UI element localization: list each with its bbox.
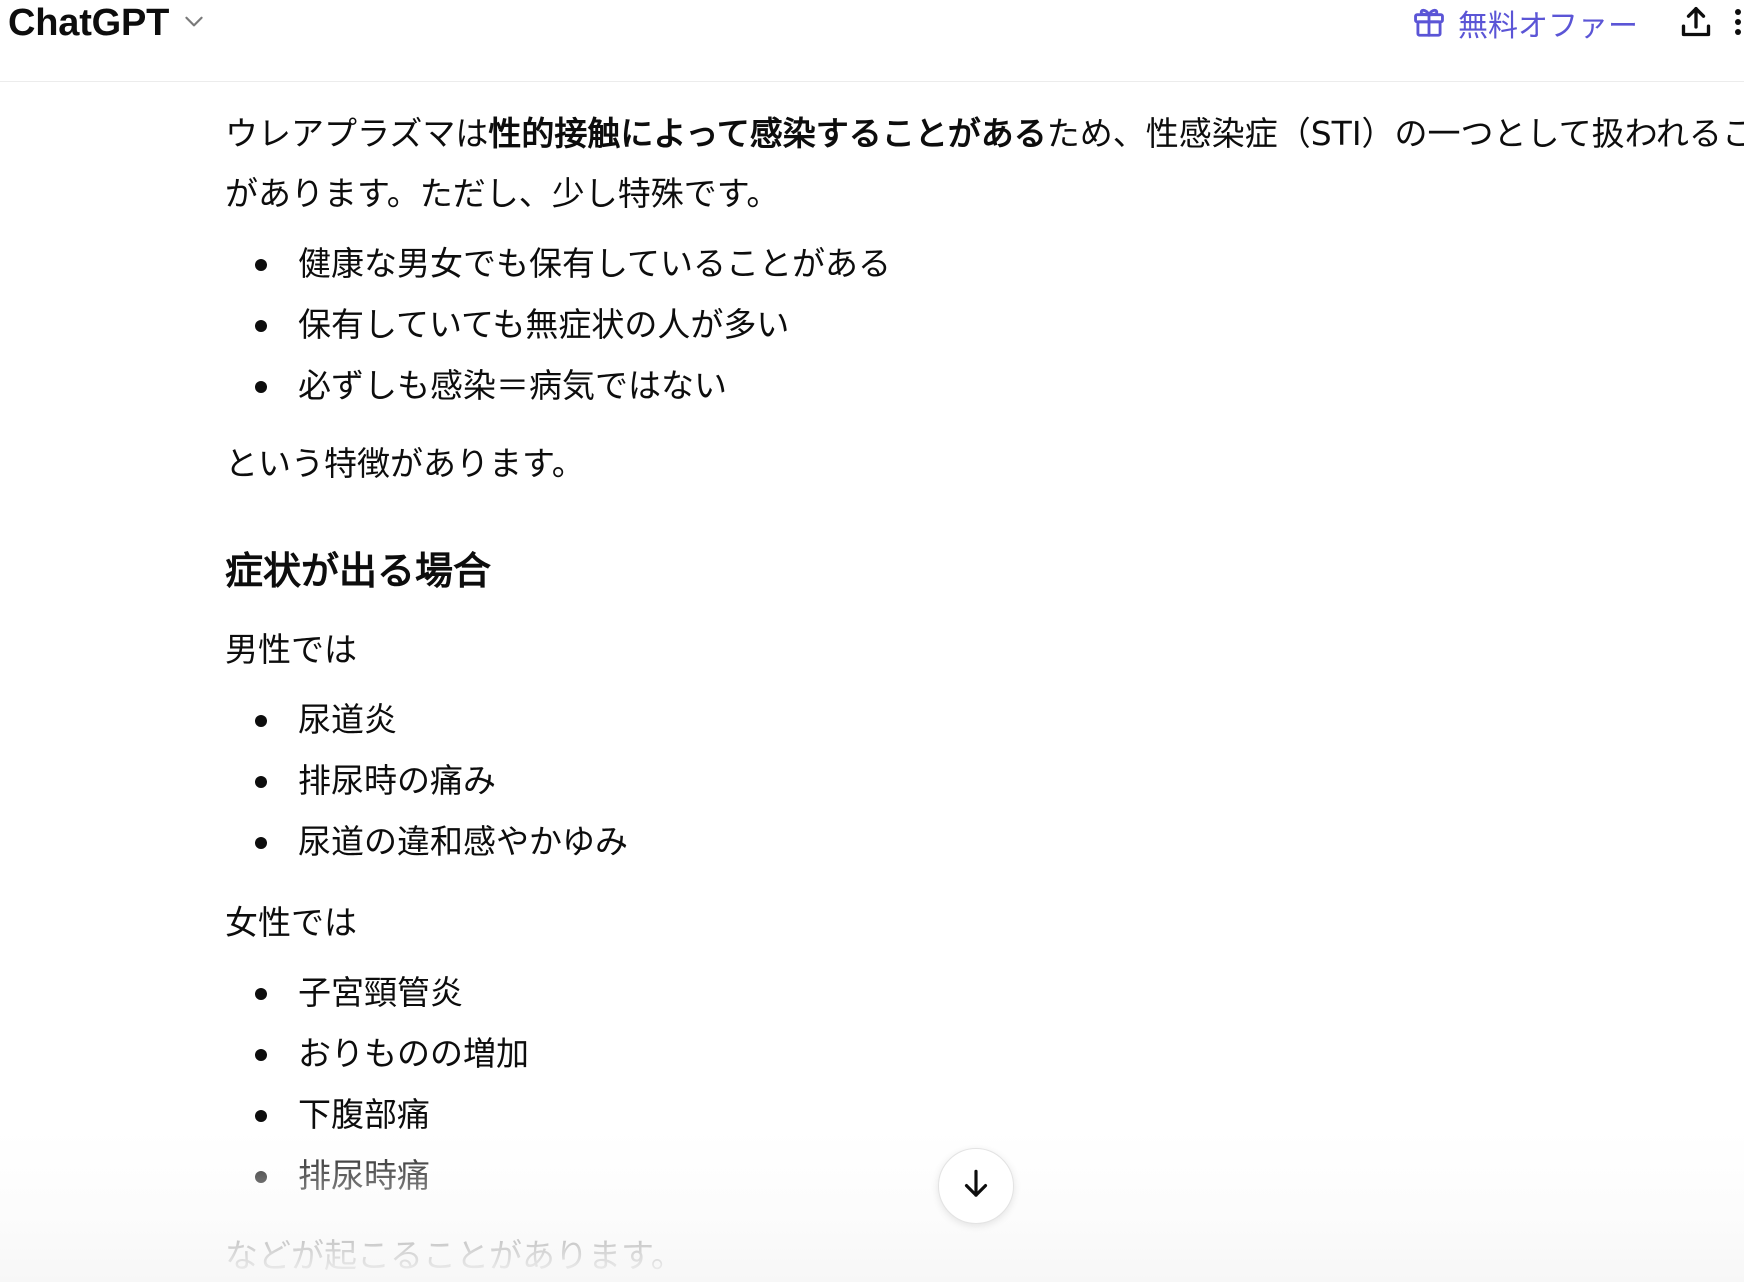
share-icon [1676,7,1716,46]
model-name: ChatGPT [8,1,170,44]
closing-text: などが起こることがあります。 [225,1236,684,1275]
symptoms-heading: 症状が出る場合 [225,549,492,593]
intro-text: ウレアプラズマは [225,114,489,153]
bullet [255,320,267,332]
bullet [255,1110,267,1122]
bullet [255,1049,267,1061]
list-item-text: 尿道炎 [298,700,397,739]
list-item-text: 排尿時の痛み [298,761,496,800]
bullet [255,259,267,271]
list-item-text: 必ずしも感染＝病気ではない [298,366,727,405]
bullet [255,715,267,727]
list-item-text: 保有していても無症状の人が多い [298,305,790,344]
list-item-text: 子宮頸管炎 [298,973,463,1012]
scroll-to-bottom-button[interactable] [938,1148,1014,1224]
intro-line-1: ウレアプラズマは性的接触によって感染することがあるため、性感染症（STI）の一つ… [225,104,1744,164]
share-button[interactable] [1676,2,1716,42]
features-after-text: という特徴があります。 [225,444,585,483]
arrow-down-icon [957,1165,995,1207]
more-icon [1732,9,1744,40]
intro-text-suffix: ため、性感染症（STI）の一つとして扱われること [1046,114,1744,153]
top-bar: ChatGPT 無料オファー [0,0,1744,82]
bullet [255,381,267,393]
intro-line-2: があります。ただし、少し特殊です。 [225,174,780,213]
list-item-text: 排尿時痛 [298,1156,430,1195]
list-item-text: 健康な男女でも保有していることがある [298,244,892,283]
bullet [255,988,267,1000]
list-item-text: 下腹部痛 [298,1095,430,1134]
model-selector[interactable]: ChatGPT [8,0,207,46]
free-offer-label: 無料オファー [1458,9,1638,44]
list-item-text: おりものの増加 [298,1034,529,1073]
gift-icon [1410,2,1448,44]
male-label: 男性では [225,630,357,669]
more-menu-button[interactable] [1732,4,1744,40]
bullet [255,1171,267,1183]
bullet [255,776,267,788]
female-label: 女性では [225,903,357,942]
bullet [255,837,267,849]
list-item-text: 尿道の違和感やかゆみ [298,822,628,861]
chevron-down-icon [181,8,207,38]
free-offer-button[interactable]: 無料オファー [1410,0,1638,46]
intro-bold-text: 性的接触によって感染することがある [488,114,1047,153]
